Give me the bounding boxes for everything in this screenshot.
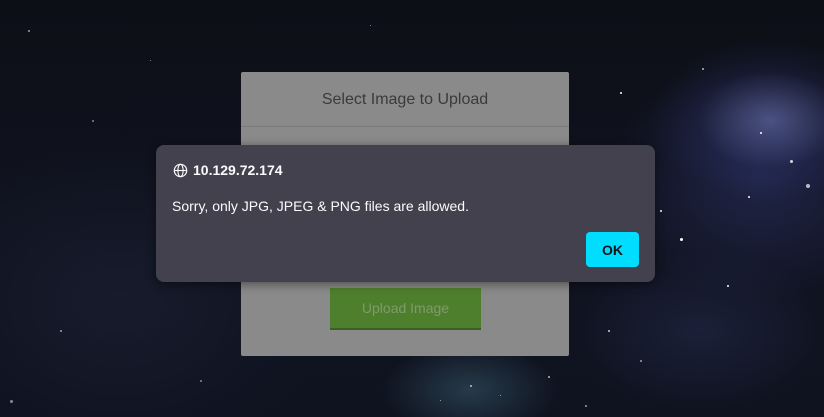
alert-dialog: 10.129.72.174 Sorry, only JPG, JPEG & PN… [156, 145, 655, 282]
upload-image-button[interactable]: Upload Image [330, 288, 481, 330]
alert-origin: 10.129.72.174 [193, 162, 283, 178]
alert-header: 10.129.72.174 [173, 161, 283, 179]
alert-message: Sorry, only JPG, JPEG & PNG files are al… [172, 198, 469, 214]
upload-card-title: Select Image to Upload [321, 91, 489, 108]
globe-icon [173, 163, 188, 178]
upload-card-divider [241, 126, 569, 127]
ok-button[interactable]: OK [586, 232, 639, 267]
